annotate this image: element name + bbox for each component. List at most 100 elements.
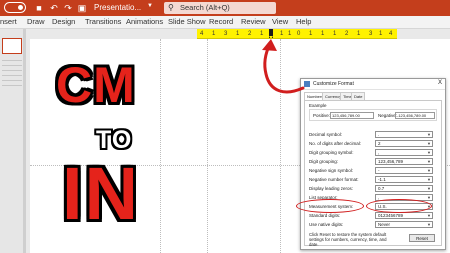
select-value: 2	[378, 141, 381, 146]
tab-help[interactable]: Help	[296, 17, 311, 26]
ruler-tick: 1	[333, 31, 337, 37]
example-label: Example	[309, 103, 327, 108]
leading-zeros-row: Display leading zeros: 0.7 ▼	[309, 185, 439, 193]
negative-example: -123,456,789.00	[395, 112, 435, 119]
tab-insert[interactable]: nsert	[0, 17, 17, 26]
panel-divider[interactable]	[24, 29, 26, 253]
grouping-symbol-row: Digit grouping symbol: , ▼	[309, 149, 439, 157]
tab-date[interactable]: Date	[351, 92, 366, 100]
guide-line	[160, 39, 161, 253]
row-label: Negative number format:	[309, 177, 359, 182]
select-value: ,	[378, 150, 380, 155]
ruler-tick: 1	[288, 31, 292, 37]
chevron-down-icon: ▼	[427, 168, 431, 173]
highlight-oval	[296, 199, 364, 213]
reset-button[interactable]: Reset	[409, 234, 435, 242]
native-digits-row: Use native digits: Never ▼	[309, 221, 439, 229]
dialog-title-bar: Customize Format X	[301, 79, 445, 90]
ruler-tick: 1	[309, 31, 313, 37]
chevron-down-icon: ▼	[427, 186, 431, 191]
tab-slide-show[interactable]: Slide Show	[168, 17, 206, 26]
document-title[interactable]: Presentatio...	[94, 3, 141, 12]
ribbon-tabs: nsert Draw Design Transitions Animations…	[0, 16, 450, 29]
standard-digits-select[interactable]: 0123456789 ▼	[375, 212, 433, 219]
tab-record[interactable]: Record	[209, 17, 233, 26]
close-icon[interactable]: X	[438, 80, 442, 86]
select-value: .	[378, 132, 380, 137]
undo-icon[interactable]: ↶	[48, 2, 60, 14]
ruler-tick: 1	[280, 31, 284, 37]
digit-grouping-row: Digit grouping: 123,456,789 ▼	[309, 158, 439, 166]
slide-thumbnail-panel	[0, 29, 24, 253]
row-label: Decimal symbol:	[309, 132, 343, 137]
row-label: Digit grouping:	[309, 159, 339, 164]
negative-format-select[interactable]: -1.1 ▼	[375, 176, 433, 183]
chevron-down-icon: ▼	[427, 177, 431, 182]
tab-review[interactable]: Review	[241, 17, 266, 26]
search-icon: ⚲	[168, 3, 174, 12]
thumbnail-placeholder	[2, 60, 22, 100]
highlight-oval	[366, 199, 432, 213]
select-value: 0.7	[378, 186, 385, 191]
guide-line	[207, 39, 208, 253]
slide-title-cm[interactable]: CM	[56, 60, 136, 110]
tab-design[interactable]: Design	[52, 17, 75, 26]
autosave-toggle[interactable]	[4, 2, 26, 13]
ruler-tick: 2	[248, 31, 252, 37]
ruler-tick: 3	[224, 31, 228, 37]
reset-hint: Click Reset to restore the system defaul…	[309, 232, 387, 247]
row-label: Digit grouping symbol:	[309, 150, 354, 155]
dialog-title: Customize Format	[313, 81, 354, 87]
row-label: Standard digits:	[309, 213, 341, 218]
ruler-tick: 4	[200, 31, 204, 37]
chevron-down-icon[interactable]: ▼	[147, 3, 153, 9]
select-value: 123,456,789	[378, 159, 404, 164]
select-value: Never	[378, 222, 391, 227]
select-value: 0123456789	[378, 213, 404, 218]
ruler-tick: 4	[389, 31, 393, 37]
digit-grouping-select[interactable]: 123,456,789 ▼	[375, 158, 433, 165]
present-icon[interactable]: ▣	[76, 2, 88, 14]
decimal-digits-row: No. of digits after decimal: 2 ▼	[309, 140, 439, 148]
ruler-tick: 2	[345, 31, 349, 37]
title-bar: ■ ↶ ↷ ▣ Presentatio... ▼ ⚲ Search (Alt+Q…	[0, 0, 450, 16]
row-label: Use native digits:	[309, 222, 344, 227]
positive-example: 123,456,789.00	[330, 112, 374, 119]
app-icon	[304, 81, 310, 87]
ruler-tick: 1	[260, 31, 264, 37]
slide-thumbnail[interactable]	[2, 38, 22, 54]
ruler-tick: 1	[357, 31, 361, 37]
negative-format-row: Negative number format: -1.1 ▼	[309, 176, 439, 184]
horizontal-ruler[interactable]: 4 1 3 1 2 1 1 1 0 1 1 1 2 1 3 1 4	[197, 29, 397, 39]
redo-icon[interactable]: ↷	[62, 2, 74, 14]
decimal-digits-select[interactable]: 2 ▼	[375, 140, 433, 147]
search-box[interactable]: ⚲ Search (Alt+Q)	[164, 2, 276, 14]
ruler-tick: 3	[369, 31, 373, 37]
ruler-tick: 1	[379, 31, 383, 37]
leading-zeros-select[interactable]: 0.7 ▼	[375, 185, 433, 192]
ruler-indent-marker[interactable]	[269, 29, 273, 38]
tab-draw[interactable]: Draw	[27, 17, 45, 26]
native-digits-select[interactable]: Never ▼	[375, 221, 433, 228]
row-label: Display leading zeros:	[309, 186, 354, 191]
slide-title-to[interactable]: TO	[96, 127, 132, 153]
select-value: -1.1	[378, 177, 386, 182]
negative-sign-select[interactable]: - ▼	[375, 167, 433, 174]
customize-format-dialog: Customize Format X Numbers Currency Time…	[300, 78, 446, 250]
ruler-tick: 1	[212, 31, 216, 37]
chevron-down-icon: ▼	[427, 213, 431, 218]
chevron-down-icon: ▼	[427, 159, 431, 164]
tab-transitions[interactable]: Transitions	[85, 17, 121, 26]
row-label: No. of digits after decimal:	[309, 141, 362, 146]
tab-view[interactable]: View	[272, 17, 288, 26]
example-group: Positive: 123,456,789.00 Negative: -123,…	[309, 109, 437, 121]
decimal-symbol-select[interactable]: . ▼	[375, 131, 433, 138]
ruler-tick: 0	[297, 31, 301, 37]
dialog-body: Example Positive: 123,456,789.00 Negativ…	[304, 100, 442, 247]
tab-animations[interactable]: Animations	[126, 17, 163, 26]
grouping-symbol-select[interactable]: , ▼	[375, 149, 433, 156]
chevron-down-icon: ▼	[427, 150, 431, 155]
standard-digits-row: Standard digits: 0123456789 ▼	[309, 212, 439, 220]
slide-title-in[interactable]: IN	[62, 157, 140, 231]
save-icon[interactable]: ■	[33, 2, 45, 14]
